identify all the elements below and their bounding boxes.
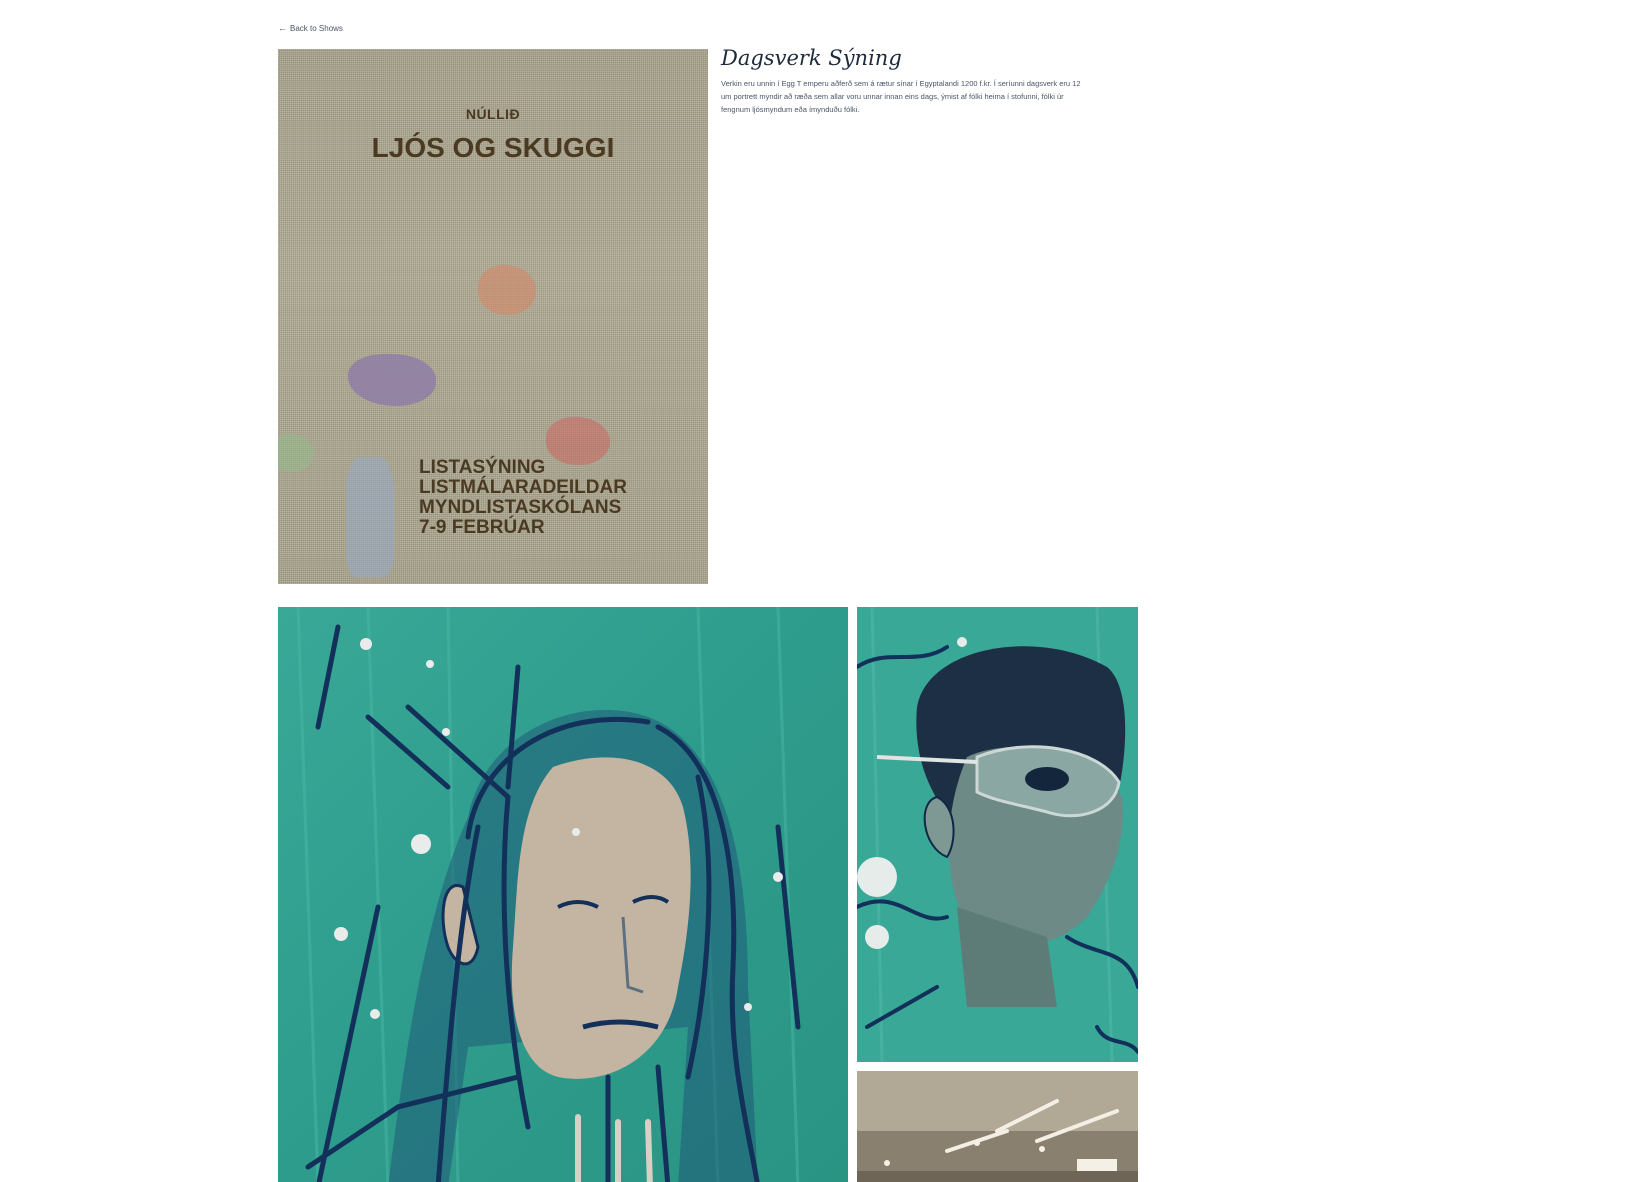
- paint-blot-orange: [478, 265, 536, 315]
- back-to-shows-label: Back to Shows: [290, 23, 343, 33]
- gallery-interior-image: [857, 1071, 1138, 1182]
- poster-info-line: LISTMÁLARADEILDAR: [419, 477, 627, 498]
- paint-blot-blue: [346, 457, 394, 577]
- poster-info-line: LISTASÝNING: [419, 457, 546, 478]
- show-description: Verkin eru unnin í Egg T emperu aðferð s…: [721, 79, 1081, 114]
- portrait-long-hair-image: [278, 607, 848, 1182]
- poster-info: LISTASÝNING LISTMÁLARADEILDAR MYNDLISTAS…: [419, 458, 627, 538]
- back-to-shows-link[interactable]: ← Back to Shows: [278, 23, 343, 33]
- painting-portrait-masked-profile[interactable]: [857, 607, 1138, 1062]
- paint-blot-purple: [348, 354, 436, 406]
- poster-org: NÚLLIÐ: [465, 106, 521, 122]
- paint-blot-green: [278, 434, 314, 472]
- poster-title: LJÓS OG SKUGGI: [371, 132, 615, 163]
- poster-info-line: 7-9 FEBRÚAR: [419, 517, 545, 538]
- poster-info-line: MYNDLISTASKÓLANS: [419, 497, 622, 518]
- show-poster: NÚLLIÐ LJÓS OG SKUGGI LISTASÝNING LISTMÁ…: [278, 49, 708, 584]
- painting-portrait-long-hair[interactable]: [278, 607, 848, 1182]
- portrait-masked-profile-image: [857, 607, 1138, 1062]
- page: ← Back to Shows NÚLLIÐ LJÓS OG SKUGGI LI…: [0, 0, 1645, 1182]
- painting-gallery-interior[interactable]: [857, 1071, 1138, 1182]
- arrow-left-icon: ←: [278, 23, 287, 33]
- show-title: Dagsverk Sýning: [721, 46, 902, 70]
